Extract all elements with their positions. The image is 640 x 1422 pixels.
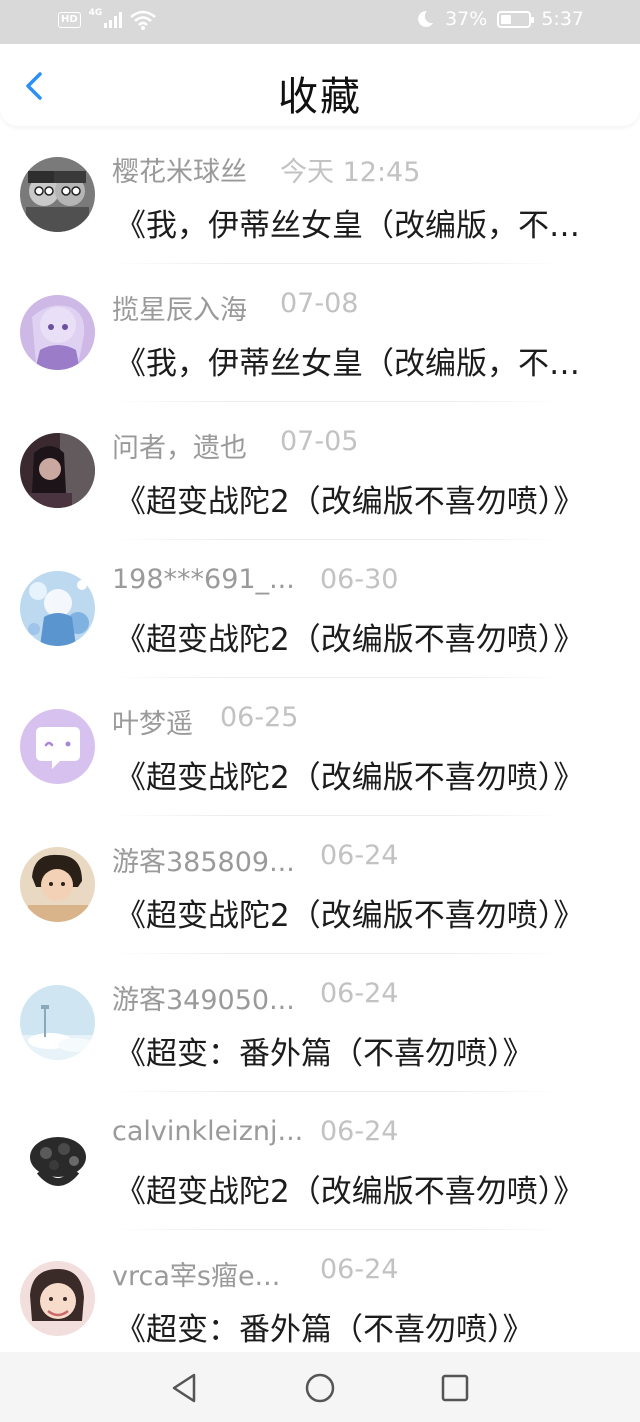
item-username: 游客385809... — [112, 847, 295, 878]
item-username: calvinkleiznj... — [112, 1116, 304, 1147]
item-date: 06-24 — [320, 840, 399, 871]
signal-icon — [104, 12, 123, 28]
list-item[interactable]: 叶梦遥 06-25 《超变战陀2（改编版不喜勿喷）》 — [0, 678, 640, 816]
item-book-title: 《我，伊蒂丝女皇（改编版，不喜勿喷）》 — [115, 346, 610, 382]
favorites-list: 樱花米球丝 今天 12:45 《我，伊蒂丝女皇（改编版，不喜勿喷）》 揽星辰入海… — [0, 126, 640, 1368]
item-meta: 问者，遗也 07-05 — [112, 426, 358, 465]
list-item[interactable]: 198***691_... 06-30 《超变战陀2（改编版不喜勿喷）》 — [0, 540, 640, 678]
triangle-back-icon — [172, 1373, 196, 1403]
list-item[interactable]: 游客349050... 06-24 《超变：番外篇（不喜勿喷）》 — [0, 954, 640, 1092]
item-date: 07-05 — [280, 426, 359, 457]
list-item[interactable]: 揽星辰入海 07-08 《我，伊蒂丝女皇（改编版，不喜勿喷）》 — [0, 264, 640, 402]
item-meta: vrca宰s瘤e... 06-24 — [112, 1254, 398, 1293]
system-nav-bar — [0, 1352, 640, 1422]
avatar[interactable] — [20, 847, 95, 922]
battery-fill — [501, 14, 512, 24]
header: 收藏 — [0, 44, 640, 126]
item-date: 07-08 — [280, 288, 359, 319]
item-book-title: 《超变战陀2（改编版不喜勿喷）》 — [115, 484, 585, 520]
avatar[interactable] — [20, 433, 95, 508]
hd-badge: HD — [58, 12, 81, 28]
item-book-title: 《超变战陀2（改编版不喜勿喷）》 — [115, 898, 585, 934]
list-item[interactable]: calvinkleiznj... 06-24 《超变战陀2（改编版不喜勿喷）》 — [0, 1092, 640, 1230]
avatar[interactable] — [20, 1123, 95, 1198]
item-date: 今天 12:45 — [280, 157, 421, 188]
item-meta: 198***691_... 06-30 — [112, 564, 398, 595]
item-username: 问者，遗也 — [112, 433, 247, 464]
item-meta: calvinkleiznj... 06-24 — [112, 1116, 398, 1147]
chat-bubble-icon — [20, 709, 95, 784]
item-username: 樱花米球丝 — [112, 157, 247, 188]
item-date: 06-30 — [320, 564, 399, 595]
item-username: 揽星辰入海 — [112, 295, 247, 326]
list-item[interactable]: 问者，遗也 07-05 《超变战陀2（改编版不喜勿喷）》 — [0, 402, 640, 540]
list-item[interactable]: 樱花米球丝 今天 12:45 《我，伊蒂丝女皇（改编版，不喜勿喷）》 — [0, 126, 640, 264]
battery-percent: 37% — [445, 8, 488, 30]
avatar[interactable] — [20, 295, 95, 370]
network-type-label: 4G — [88, 8, 103, 18]
item-username: 叶梦遥 — [112, 709, 193, 740]
item-meta: 叶梦遥 06-25 — [112, 702, 298, 741]
status-right: 37% 5:37 — [415, 8, 584, 30]
item-meta: 揽星辰入海 07-08 — [112, 288, 358, 327]
avatar[interactable] — [20, 1261, 95, 1336]
item-meta: 樱花米球丝 今天 12:45 — [112, 150, 420, 189]
nav-recents-button[interactable] — [435, 1370, 475, 1406]
circle-home-icon — [305, 1373, 335, 1403]
list-item[interactable]: vrca宰s瘤e... 06-24 《超变：番外篇（不喜勿喷）》 — [0, 1230, 640, 1368]
battery-icon — [497, 10, 535, 28]
nav-back-button[interactable] — [164, 1370, 204, 1406]
item-date: 06-24 — [320, 978, 399, 1009]
avatar[interactable] — [20, 157, 95, 232]
item-book-title: 《超变：番外篇（不喜勿喷）》 — [115, 1312, 534, 1348]
item-book-title: 《超变：番外篇（不喜勿喷）》 — [115, 1036, 534, 1072]
item-username: vrca宰s瘤e... — [112, 1261, 281, 1292]
item-date: 06-24 — [320, 1254, 399, 1285]
status-left: HD 4G — [58, 8, 157, 30]
item-date: 06-24 — [320, 1116, 399, 1147]
square-recents-icon — [441, 1374, 469, 1402]
item-meta: 游客385809... 06-24 — [112, 840, 398, 879]
item-meta: 游客349050... 06-24 — [112, 978, 398, 1017]
page-title: 收藏 — [278, 74, 362, 120]
item-username: 游客349050... — [112, 985, 295, 1016]
item-book-title: 《超变战陀2（改编版不喜勿喷）》 — [115, 1174, 585, 1210]
avatar[interactable] — [20, 709, 95, 784]
item-date: 06-25 — [220, 702, 299, 733]
wifi-icon — [130, 10, 157, 30]
item-username: 198***691_... — [112, 564, 295, 595]
avatar[interactable] — [20, 571, 95, 646]
status-time: 5:37 — [541, 8, 584, 30]
item-book-title: 《超变战陀2（改编版不喜勿喷）》 — [115, 622, 585, 658]
item-book-title: 《超变战陀2（改编版不喜勿喷）》 — [115, 760, 585, 796]
avatar[interactable] — [20, 985, 95, 1060]
list-item[interactable]: 游客385809... 06-24 《超变战陀2（改编版不喜勿喷）》 — [0, 816, 640, 954]
item-book-title: 《我，伊蒂丝女皇（改编版，不喜勿喷）》 — [115, 208, 610, 244]
nav-home-button[interactable] — [300, 1370, 340, 1406]
status-bar: HD 4G 37% 5:37 — [0, 0, 640, 44]
moon-icon — [418, 10, 434, 27]
